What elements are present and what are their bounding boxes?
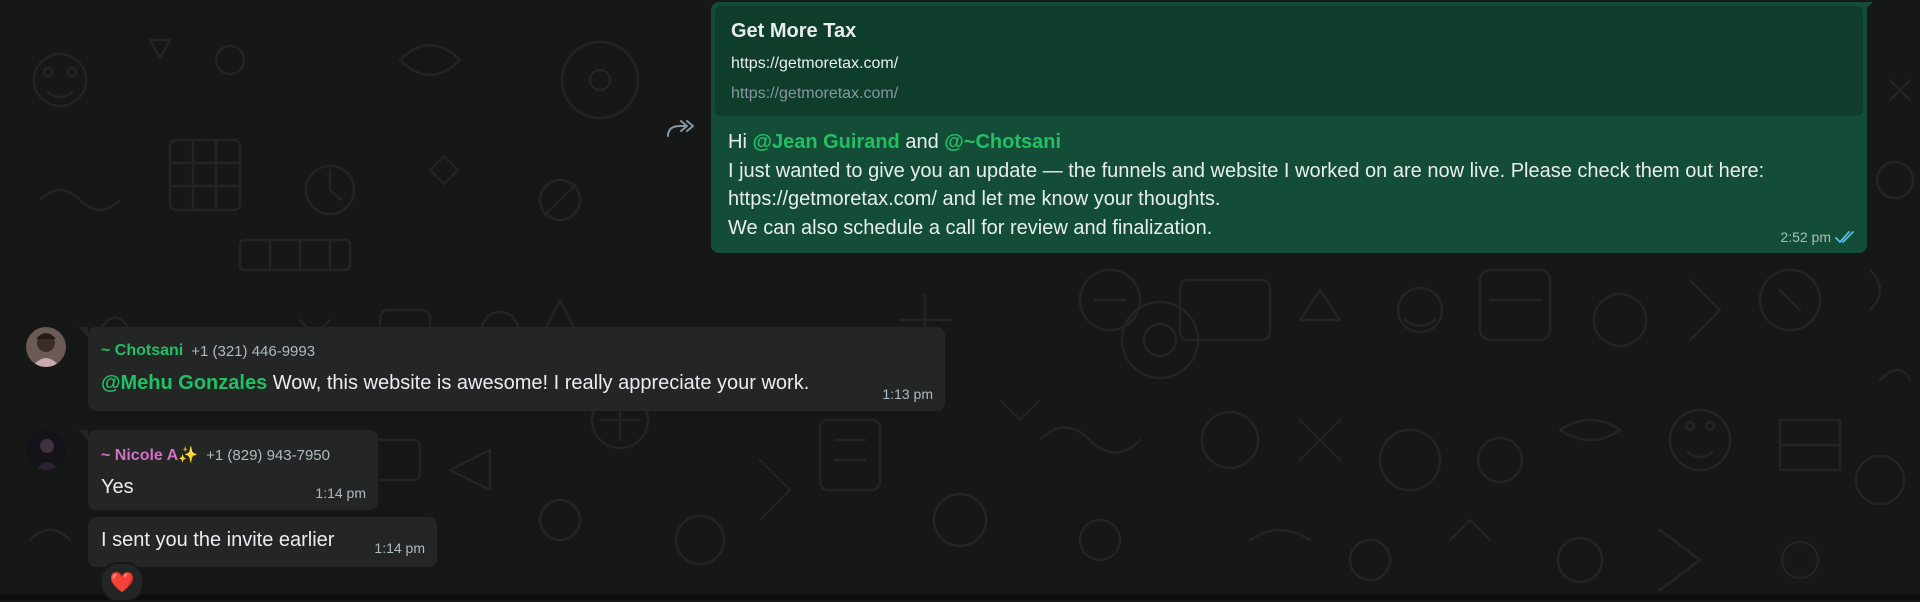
double-check-read-icon [1835, 231, 1854, 243]
message-text: @Mehu Gonzales Wow, this website is awes… [101, 372, 809, 395]
message-text: Yes [101, 476, 134, 498]
message-line-4: We can also schedule a call for review a… [728, 216, 1213, 239]
heart-reaction-icon: ❤️ [109, 571, 135, 594]
bubble-tail [78, 327, 88, 337]
link-preview-domain: https://getmoretax.com/ [731, 85, 899, 102]
mention-mehu-gonzales[interactable]: @Mehu Gonzales [101, 372, 267, 394]
conjunction-text: and [899, 131, 945, 153]
window-bottom-edge [0, 594, 1920, 600]
message-line-2: I just wanted to give you an update — th… [728, 159, 1765, 182]
avatar-nicole-a[interactable] [26, 430, 66, 470]
sender-phone: +1 (321) 446-9993 [191, 342, 316, 360]
outgoing-message[interactable]: Get More Tax https://getmoretax.com/ htt… [711, 2, 1867, 253]
incoming-message[interactable]: ~ Nicole A✨ +1 (829) 943-7950 Yes 1:14 p… [88, 430, 378, 510]
avatar-photo [26, 430, 66, 470]
link-preview-card[interactable]: Get More Tax https://getmoretax.com/ htt… [715, 6, 1863, 116]
incoming-message[interactable]: I sent you the invite earlier 1:14 pm [88, 517, 437, 567]
link-preview-description: https://getmoretax.com/ [731, 55, 899, 72]
incoming-message[interactable]: ~ Chotsani +1 (321) 446-9993 @Mehu Gonza… [88, 327, 945, 411]
sender-line: ~ Nicole A✨ +1 (829) 943-7950 [101, 445, 330, 465]
mention-jean-guirand[interactable]: @Jean Guirand [752, 131, 899, 153]
message-meta: 2:52 pm [1780, 229, 1857, 245]
forward-icon [667, 120, 694, 137]
link-preview-title: Get More Tax [731, 20, 857, 42]
avatar-chotsani[interactable] [26, 327, 66, 367]
sender-name[interactable]: ~ Nicole A✨ [101, 445, 198, 465]
avatar-photo [26, 327, 66, 367]
sender-phone: +1 (829) 943-7950 [206, 446, 330, 464]
message-text: Hi @Jean Guirand and @~Chotsani I just w… [715, 116, 1863, 242]
message-time: 1:13 pm [882, 386, 933, 402]
bubble-tail [78, 430, 88, 440]
message-text: I sent you the invite earlier [101, 529, 335, 551]
message-time: 1:14 pm [315, 485, 366, 501]
message-time: 1:14 pm [374, 540, 425, 556]
sender-name-text: ~ Nicole A [101, 447, 179, 464]
sparkles-emoji: ✨ [178, 447, 199, 464]
message-line-3: https://getmoretax.com/ and let me know … [728, 188, 1221, 210]
message-time: 2:52 pm [1780, 229, 1831, 245]
greeting-text: Hi [728, 131, 753, 153]
forward-button[interactable] [665, 113, 695, 143]
sender-name[interactable]: ~ Chotsani [101, 342, 183, 360]
sender-line: ~ Chotsani +1 (321) 446-9993 [101, 342, 315, 360]
message-line-1: Hi @Jean Guirand and @~Chotsani [728, 128, 1853, 157]
message-body: Wow, this website is awesome! I really a… [267, 372, 810, 394]
reaction-badge[interactable]: ❤️ [100, 562, 144, 602]
mention-chotsani[interactable]: @~Chotsani [944, 131, 1061, 153]
